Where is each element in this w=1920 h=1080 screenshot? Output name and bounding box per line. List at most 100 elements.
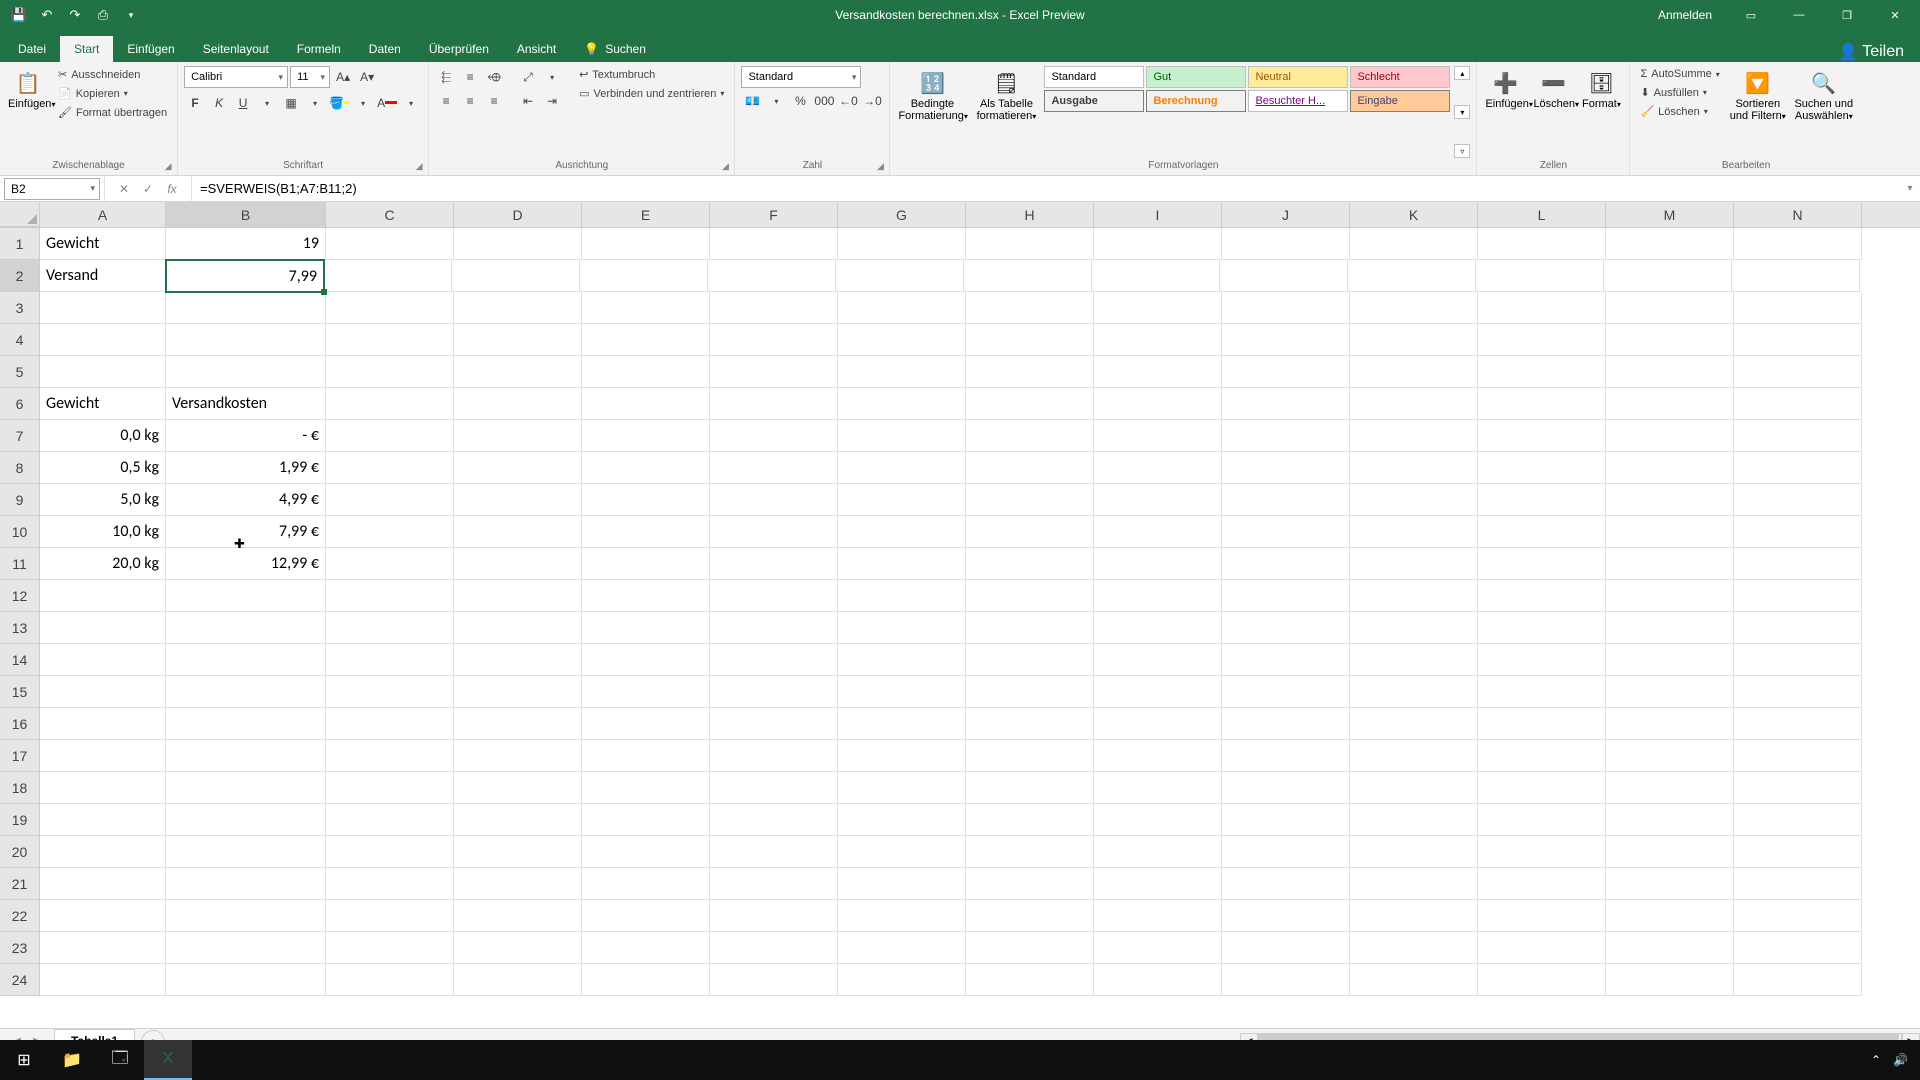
start-button[interactable]: ⊞ — [0, 1040, 48, 1080]
cell-N14[interactable] — [1734, 644, 1862, 676]
accounting-more-icon[interactable]: ▾ — [765, 90, 787, 112]
cell-E2[interactable] — [580, 260, 708, 292]
orientation-more-icon[interactable]: ▾ — [541, 66, 563, 88]
cell-K7[interactable] — [1350, 420, 1478, 452]
cell-H11[interactable] — [966, 548, 1094, 580]
cell-D18[interactable] — [454, 772, 582, 804]
cell-C14[interactable] — [326, 644, 454, 676]
row-header-12[interactable]: 12 — [0, 580, 40, 612]
select-all-corner[interactable] — [0, 202, 40, 227]
cell-E9[interactable] — [582, 484, 710, 516]
cell-F4[interactable] — [710, 324, 838, 356]
cell-N17[interactable] — [1734, 740, 1862, 772]
cell-E21[interactable] — [582, 868, 710, 900]
increase-decimal-icon[interactable]: ←0 — [837, 90, 859, 112]
align-middle-icon[interactable]: ≡ — [459, 66, 481, 88]
cell-J5[interactable] — [1222, 356, 1350, 388]
cell-J13[interactable] — [1222, 612, 1350, 644]
cell-B8[interactable]: 1,99 € — [166, 452, 326, 484]
cell-M24[interactable] — [1606, 964, 1734, 996]
style-ausgabe[interactable]: Ausgabe — [1044, 90, 1144, 112]
cell-D2[interactable] — [452, 260, 580, 292]
row-header-7[interactable]: 7 — [0, 420, 40, 452]
cell-I16[interactable] — [1094, 708, 1222, 740]
taskbar-excel-icon[interactable]: X — [144, 1040, 192, 1080]
cell-G1[interactable] — [838, 228, 966, 260]
signin-link[interactable]: Anmelden — [1644, 8, 1726, 22]
cell-N2[interactable] — [1732, 260, 1860, 292]
cell-F6[interactable] — [710, 388, 838, 420]
cell-N18[interactable] — [1734, 772, 1862, 804]
cell-E24[interactable] — [582, 964, 710, 996]
cell-D4[interactable] — [454, 324, 582, 356]
cell-A4[interactable] — [40, 324, 166, 356]
increase-indent-icon[interactable]: ⇥ — [541, 90, 563, 112]
font-color-icon[interactable]: A — [376, 92, 398, 114]
style-besuchter[interactable]: Besuchter H... — [1248, 90, 1348, 112]
cell-I19[interactable] — [1094, 804, 1222, 836]
row-header-4[interactable]: 4 — [0, 324, 40, 356]
cell-K16[interactable] — [1350, 708, 1478, 740]
cell-E23[interactable] — [582, 932, 710, 964]
cell-N13[interactable] — [1734, 612, 1862, 644]
cell-N7[interactable] — [1734, 420, 1862, 452]
accounting-icon[interactable]: 💶 — [741, 90, 763, 112]
cell-D1[interactable] — [454, 228, 582, 260]
cell-D12[interactable] — [454, 580, 582, 612]
cancel-formula-icon[interactable]: ✕ — [113, 179, 135, 199]
tab-data[interactable]: Daten — [355, 36, 415, 62]
cell-A20[interactable] — [40, 836, 166, 868]
cell-D15[interactable] — [454, 676, 582, 708]
cell-A12[interactable] — [40, 580, 166, 612]
row-header-11[interactable]: 11 — [0, 548, 40, 580]
cell-I9[interactable] — [1094, 484, 1222, 516]
cell-C17[interactable] — [326, 740, 454, 772]
cell-N1[interactable] — [1734, 228, 1862, 260]
cell-M3[interactable] — [1606, 292, 1734, 324]
cell-J18[interactable] — [1222, 772, 1350, 804]
cell-E5[interactable] — [582, 356, 710, 388]
number-format-combo[interactable]: Standard — [741, 66, 861, 88]
cell-L1[interactable] — [1478, 228, 1606, 260]
cell-L16[interactable] — [1478, 708, 1606, 740]
fx-icon[interactable]: fx — [161, 179, 183, 199]
cell-K13[interactable] — [1350, 612, 1478, 644]
cell-H8[interactable] — [966, 452, 1094, 484]
cell-M22[interactable] — [1606, 900, 1734, 932]
cell-C13[interactable] — [326, 612, 454, 644]
cell-L13[interactable] — [1478, 612, 1606, 644]
cell-C24[interactable] — [326, 964, 454, 996]
minimize-button[interactable]: — — [1776, 0, 1822, 30]
decrease-font-icon[interactable]: A▾ — [356, 66, 378, 88]
cell-A11[interactable]: 20,0 kg — [40, 548, 166, 580]
cell-I11[interactable] — [1094, 548, 1222, 580]
cell-L8[interactable] — [1478, 452, 1606, 484]
cell-M9[interactable] — [1606, 484, 1734, 516]
cell-H5[interactable] — [966, 356, 1094, 388]
cell-A17[interactable] — [40, 740, 166, 772]
cell-D13[interactable] — [454, 612, 582, 644]
cell-L22[interactable] — [1478, 900, 1606, 932]
col-header-H[interactable]: H — [966, 202, 1094, 227]
cell-C12[interactable] — [326, 580, 454, 612]
style-schlecht[interactable]: Schlecht — [1350, 66, 1450, 88]
cell-E18[interactable] — [582, 772, 710, 804]
cell-H19[interactable] — [966, 804, 1094, 836]
cell-C6[interactable] — [326, 388, 454, 420]
cell-C11[interactable] — [326, 548, 454, 580]
cell-M12[interactable] — [1606, 580, 1734, 612]
cell-J6[interactable] — [1222, 388, 1350, 420]
expand-formula-bar-icon[interactable]: ▾ — [1900, 183, 1920, 194]
formula-input[interactable]: =SVERWEIS(B1;A7:B11;2) — [192, 178, 1900, 200]
cell-B1[interactable]: 19 — [166, 228, 326, 260]
tab-file[interactable]: Datei — [4, 36, 60, 62]
col-header-L[interactable]: L — [1478, 202, 1606, 227]
cell-A21[interactable] — [40, 868, 166, 900]
cell-J16[interactable] — [1222, 708, 1350, 740]
cell-G22[interactable] — [838, 900, 966, 932]
align-right-icon[interactable]: ≡ — [483, 90, 505, 112]
cell-H22[interactable] — [966, 900, 1094, 932]
cell-G16[interactable] — [838, 708, 966, 740]
cell-B18[interactable] — [166, 772, 326, 804]
cell-A8[interactable]: 0,5 kg — [40, 452, 166, 484]
